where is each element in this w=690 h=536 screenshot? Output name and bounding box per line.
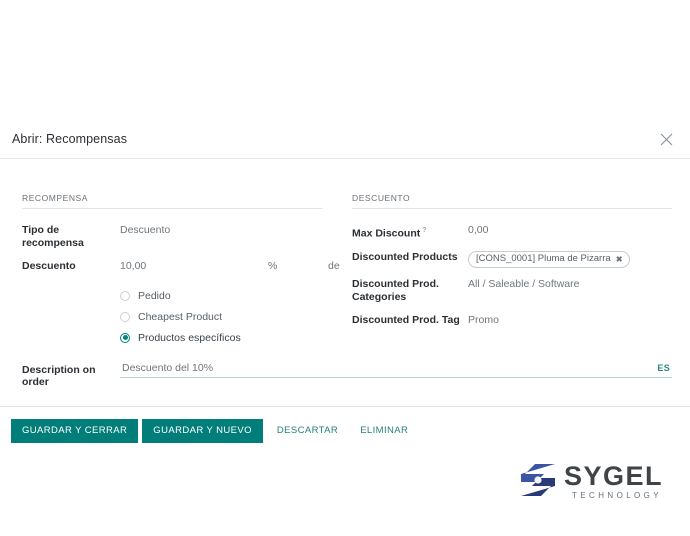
discard-button[interactable]: DESCARTAR (267, 419, 348, 443)
sygel-technology-logo: SYGEL TECHNOLOGY (518, 461, 663, 504)
radio-label: Pedido (138, 289, 171, 302)
field-label: Max Discount (352, 227, 421, 240)
save-and-close-button[interactable]: GUARDAR Y CERRAR (11, 419, 139, 443)
group-title-descuento: DESCUENTO (352, 193, 672, 209)
field-value-max-discount[interactable]: 0,00 (468, 223, 672, 237)
form-sheet: RECOMPENSA Tipo de recompensa Descuento … (0, 193, 690, 348)
field-value-descuento[interactable]: 10,00 (120, 259, 268, 273)
field-max-discount: Max Discount? 0,00 (352, 223, 672, 241)
description-value: Descuento del 10% (122, 362, 214, 374)
dialog-recompensas: Abrir: Recompensas RECOMPENSA Tipo de re… (0, 120, 690, 443)
field-value-discounted-prod-tag[interactable]: Promo (468, 313, 672, 327)
sygel-logo-icon (518, 461, 558, 504)
discount-row: 10,00 % de (120, 259, 340, 273)
tag-chip-discounted-product[interactable]: [CONS_0001] Pluma de Pizarra ✖ (468, 250, 630, 268)
radio-label: Productos específicos (138, 331, 241, 344)
save-and-new-button[interactable]: GUARDAR Y NUEVO (142, 419, 263, 443)
field-label: Description on order (22, 364, 96, 388)
field-value-discounted-products[interactable]: [CONS_0001] Pluma de Pizarra ✖ (468, 250, 672, 268)
dialog-title: Abrir: Recompensas (12, 132, 128, 146)
tag-chip-label: [CONS_0001] Pluma de Pizarra (476, 252, 611, 264)
logo-text: SYGEL TECHNOLOGY (564, 463, 663, 502)
logo-tagline: TECHNOLOGY (572, 491, 663, 500)
field-label-wrap: Max Discount? (352, 223, 468, 241)
field-tipo-de-recompensa: Tipo de recompensa Descuento (22, 223, 323, 250)
tag-remove-icon[interactable]: ✖ (616, 253, 623, 265)
dialog-footer: GUARDAR Y CERRAR GUARDAR Y NUEVO DESCART… (0, 406, 690, 443)
dialog-header: Abrir: Recompensas (0, 120, 690, 159)
group-title-recompensa: RECOMPENSA (22, 193, 323, 209)
radio-label: Cheapest Product (138, 310, 223, 323)
description-input[interactable]: Descuento del 10% ES (120, 362, 672, 378)
field-value-tipo-de-recompensa[interactable]: Descuento (120, 223, 323, 237)
field-discounted-products: Discounted Products [CONS_0001] Pluma de… (352, 250, 672, 268)
field-discounted-prod-tag: Discounted Prod. Tag Promo (352, 313, 672, 330)
close-icon[interactable] (656, 129, 676, 149)
field-label: Discounted Products (352, 250, 458, 263)
field-description-on-order: Description on order Descuento del 10% E… (22, 362, 672, 388)
field-label: Tipo de recompensa (22, 224, 84, 249)
field-discounted-prod-categories: Discounted Prod. Categories All / Saleab… (352, 277, 672, 304)
discount-applies-radio-group: Pedido Cheapest Product Productos especí… (120, 285, 323, 348)
field-label: Descuento (22, 260, 76, 272)
field-value-discounted-prod-categories[interactable]: All / Saleable / Software (468, 277, 672, 291)
field-label: Discounted Prod. Categories (352, 277, 439, 303)
description-on-order-section: Description on order Descuento del 10% E… (0, 348, 690, 388)
discount-unit-percent: % (268, 260, 278, 272)
radio-option-productos-especificos[interactable]: Productos específicos (120, 327, 323, 348)
field-label: Discounted Prod. Tag (352, 313, 460, 326)
field-descuento: Descuento 10,00 % de (22, 259, 340, 276)
radio-icon (120, 290, 130, 301)
dialog-body: RECOMPENSA Tipo de recompensa Descuento … (0, 159, 690, 388)
discount-applies-to-label: de (328, 260, 340, 272)
radio-icon-selected (120, 332, 130, 343)
logo-wordmark: SYGEL (564, 461, 664, 491)
language-badge[interactable]: ES (657, 363, 670, 373)
group-descuento: DESCUENTO Max Discount? 0,00 Discounted … (347, 193, 672, 348)
delete-button[interactable]: ELIMINAR (350, 419, 418, 443)
group-recompensa: RECOMPENSA Tipo de recompensa Descuento … (22, 193, 347, 348)
radio-icon (120, 311, 130, 322)
help-tooltip-icon[interactable]: ? (422, 227, 426, 234)
radio-option-pedido[interactable]: Pedido (120, 285, 323, 306)
radio-option-cheapest-product[interactable]: Cheapest Product (120, 306, 323, 327)
